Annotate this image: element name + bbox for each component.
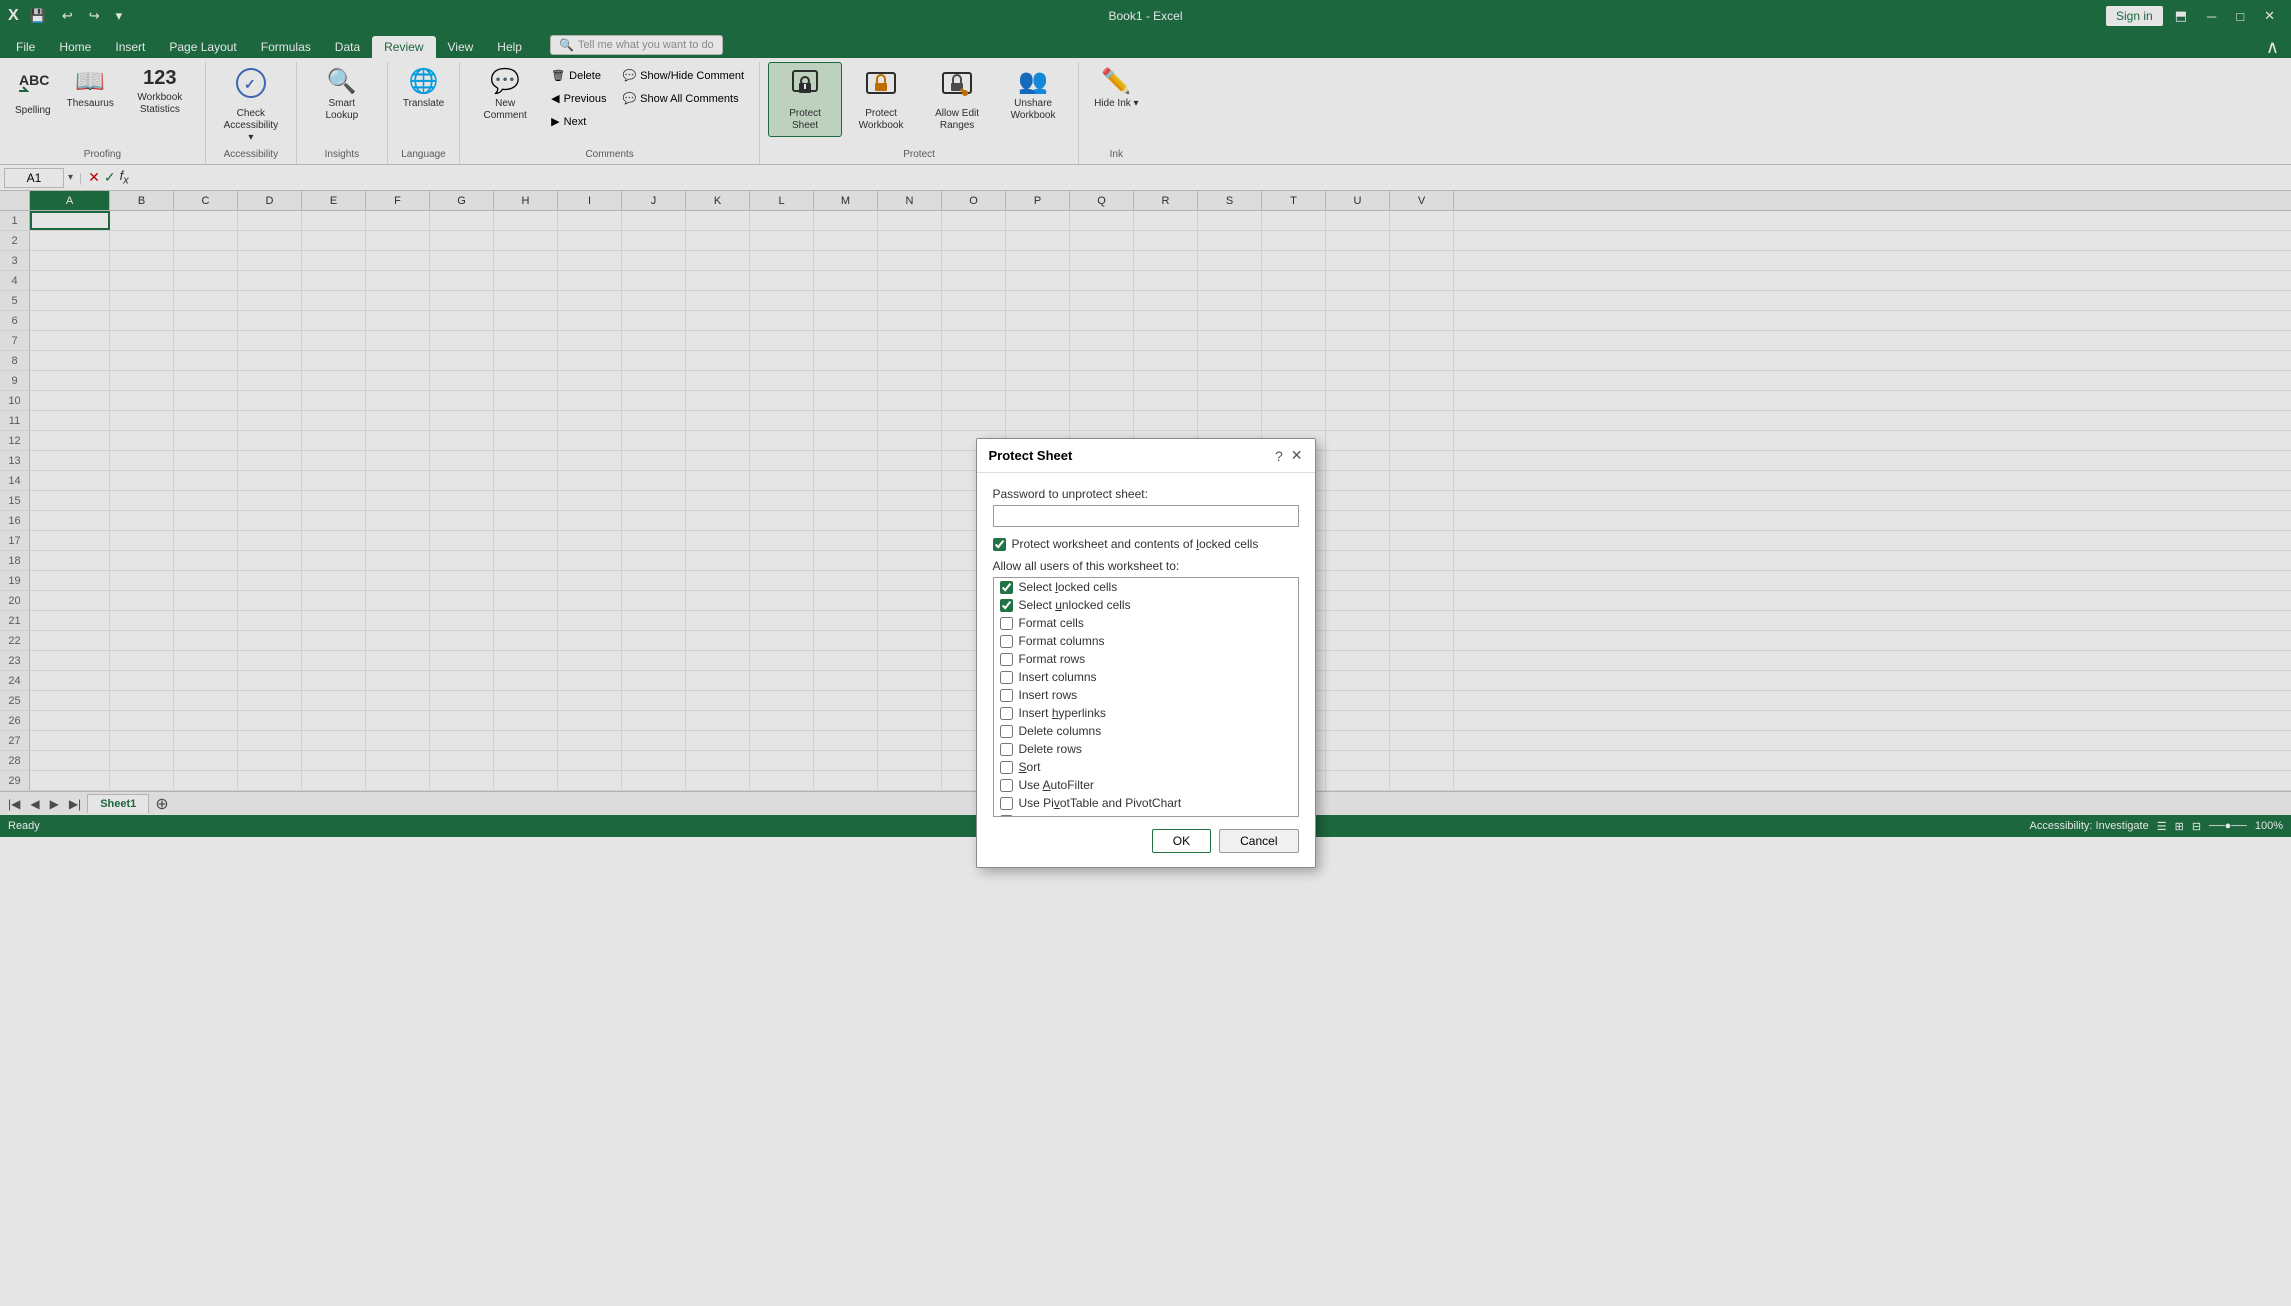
list-item-use-autofilter: Use AutoFilter	[994, 776, 1298, 794]
format-cells-label: Format cells	[1019, 616, 1084, 630]
list-item-insert-hyperlinks: Insert hyperlinks	[994, 704, 1298, 722]
insert-columns-label: Insert columns	[1019, 670, 1097, 684]
protect-contents-checkbox[interactable]	[993, 538, 1006, 551]
list-item-format-columns: Format columns	[994, 632, 1298, 650]
dialog-help-button[interactable]: ?	[1275, 448, 1283, 464]
list-item-delete-columns: Delete columns	[994, 722, 1298, 740]
cancel-button[interactable]: Cancel	[1219, 829, 1298, 853]
permissions-list: Select locked cells Select unlocked cell…	[993, 577, 1299, 817]
list-item-sort: Sort	[994, 758, 1298, 776]
format-rows-checkbox[interactable]	[1000, 653, 1013, 666]
sort-checkbox[interactable]	[1000, 761, 1013, 774]
list-item-select-unlocked: Select unlocked cells	[994, 596, 1298, 614]
protect-sheet-dialog: Protect Sheet ? ✕ Password to unprotect …	[976, 438, 1316, 868]
insert-rows-label: Insert rows	[1019, 688, 1078, 702]
dialog-close-button[interactable]: ✕	[1291, 447, 1303, 464]
list-item-delete-rows: Delete rows	[994, 740, 1298, 758]
dialog-body: Password to unprotect sheet: Protect wor…	[977, 473, 1315, 867]
list-item-format-rows: Format rows	[994, 650, 1298, 668]
format-columns-checkbox[interactable]	[1000, 635, 1013, 648]
delete-columns-checkbox[interactable]	[1000, 725, 1013, 738]
list-item-select-locked: Select locked cells	[994, 578, 1298, 596]
format-columns-label: Format columns	[1019, 634, 1105, 648]
select-unlocked-label: Select unlocked cells	[1019, 598, 1131, 612]
allow-users-label: Allow all users of this worksheet to:	[993, 559, 1299, 573]
select-unlocked-checkbox[interactable]	[1000, 599, 1013, 612]
edit-objects-label: Edit objects	[1019, 814, 1081, 817]
use-autofilter-label: Use AutoFilter	[1019, 778, 1094, 792]
insert-hyperlinks-checkbox[interactable]	[1000, 707, 1013, 720]
password-input[interactable]	[993, 505, 1299, 527]
delete-columns-label: Delete columns	[1019, 724, 1102, 738]
list-item-format-cells: Format cells	[994, 614, 1298, 632]
list-item-insert-rows: Insert rows	[994, 686, 1298, 704]
format-cells-checkbox[interactable]	[1000, 617, 1013, 630]
list-item-insert-columns: Insert columns	[994, 668, 1298, 686]
select-locked-checkbox[interactable]	[1000, 581, 1013, 594]
dialog-overlay: Protect Sheet ? ✕ Password to unprotect …	[0, 0, 2291, 1306]
password-label: Password to unprotect sheet:	[993, 487, 1299, 501]
edit-objects-checkbox[interactable]	[1000, 815, 1013, 818]
delete-rows-label: Delete rows	[1019, 742, 1082, 756]
insert-columns-checkbox[interactable]	[1000, 671, 1013, 684]
select-locked-label: Select locked cells	[1019, 580, 1118, 594]
use-autofilter-checkbox[interactable]	[1000, 779, 1013, 792]
dialog-title: Protect Sheet	[989, 448, 1073, 463]
dialog-title-bar: Protect Sheet ? ✕	[977, 439, 1315, 473]
dialog-buttons: OK Cancel	[993, 829, 1299, 853]
dialog-title-icons: ? ✕	[1275, 447, 1303, 464]
list-item-use-pivottable: Use PivotTable and PivotChart	[994, 794, 1298, 812]
sort-label: Sort	[1019, 760, 1041, 774]
delete-rows-checkbox[interactable]	[1000, 743, 1013, 756]
protect-contents-row: Protect worksheet and contents of locked…	[993, 537, 1299, 551]
use-pivottable-label: Use PivotTable and PivotChart	[1019, 796, 1182, 810]
ok-button[interactable]: OK	[1152, 829, 1211, 853]
format-rows-label: Format rows	[1019, 652, 1086, 666]
protect-contents-label: Protect worksheet and contents of locked…	[1012, 537, 1259, 551]
list-item-edit-objects: Edit objects	[994, 812, 1298, 817]
insert-hyperlinks-label: Insert hyperlinks	[1019, 706, 1106, 720]
insert-rows-checkbox[interactable]	[1000, 689, 1013, 702]
use-pivottable-checkbox[interactable]	[1000, 797, 1013, 810]
